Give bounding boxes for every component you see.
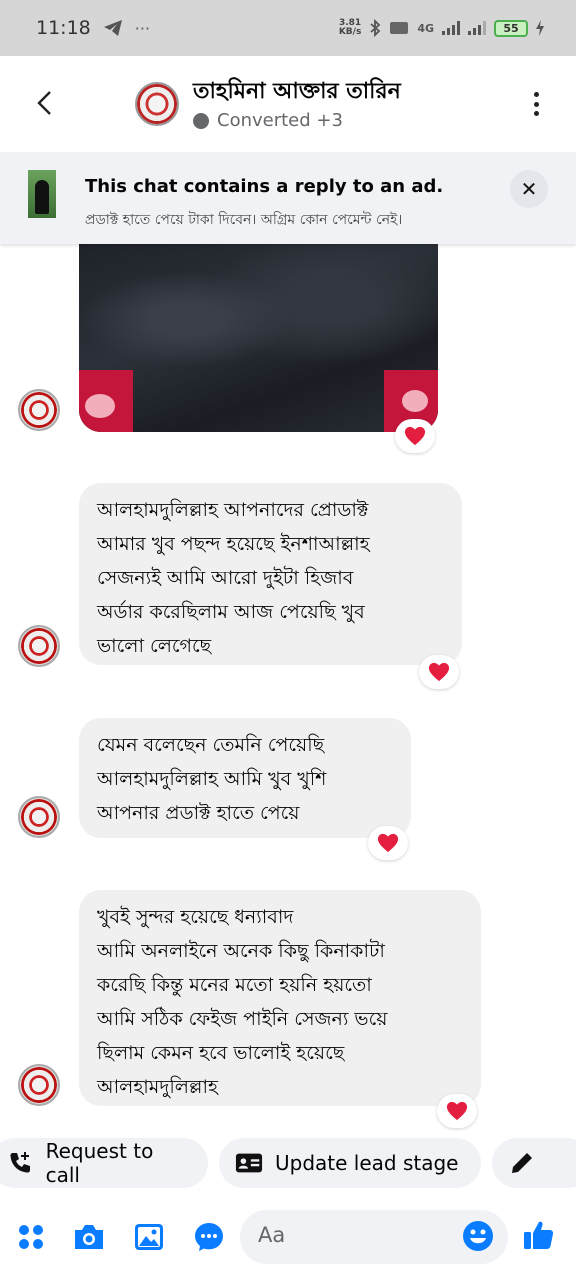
- message-bubble[interactable]: আলহামদুলিল্লাহ আপনাদের প্রোডাক্ট আমার খু…: [79, 483, 462, 665]
- update-lead-stage-label: Update lead stage: [275, 1151, 459, 1175]
- thumbs-up-icon[interactable]: [522, 1218, 556, 1252]
- battery-icon: 55: [494, 19, 528, 37]
- more-options-icon[interactable]: [532, 92, 540, 116]
- heart-reaction[interactable]: [419, 655, 459, 689]
- ad-banner-text: প্রডাক্ট হাতে পেয়ে টাকা দিবেন। অগ্রিম ক…: [85, 212, 403, 228]
- ad-banner-title: This chat contains a reply to an ad.: [85, 176, 444, 197]
- gallery-icon[interactable]: [132, 1220, 166, 1254]
- heart-reaction[interactable]: [437, 1094, 477, 1128]
- status-time: 11:18: [36, 17, 91, 39]
- status-dot-icon: [193, 112, 209, 129]
- message-image[interactable]: [79, 244, 438, 432]
- heart-icon: [404, 426, 426, 446]
- close-icon: ✕: [520, 177, 538, 201]
- heart-reaction[interactable]: [395, 419, 435, 453]
- signal-icon: [442, 21, 460, 35]
- bluetooth-icon: [370, 19, 381, 37]
- phone-add-icon: [6, 1149, 34, 1177]
- fabric-photo: [79, 370, 438, 432]
- camera-icon[interactable]: [72, 1220, 106, 1254]
- heart-reaction[interactable]: [368, 826, 408, 860]
- edit-button[interactable]: [492, 1138, 576, 1188]
- heart-icon: [428, 662, 450, 682]
- message-bubble[interactable]: যেমন বলেছেন তেমনি পেয়েছি আলহামদুলিল্লাহ…: [79, 718, 411, 838]
- request-call-label: Request to call: [45, 1139, 154, 1187]
- close-banner-button[interactable]: ✕: [510, 170, 548, 208]
- emoji-icon[interactable]: [462, 1220, 494, 1252]
- volte-icon: [390, 22, 409, 34]
- chat-header: তাহমিনা আক্তার তারিন Converted +3: [0, 56, 576, 152]
- contact-name[interactable]: তাহমিনা আক্তার তারিন: [193, 74, 401, 111]
- signal-icon-2: [468, 21, 486, 35]
- back-arrow-icon[interactable]: [32, 88, 58, 118]
- pencil-icon: [508, 1149, 536, 1177]
- ad-reply-banner[interactable]: This chat contains a reply to an ad. প্র…: [0, 152, 576, 244]
- sender-avatar[interactable]: [18, 1064, 60, 1106]
- message-bubble[interactable]: খুবই সুন্দর হয়েছে ধন্যাবাদ আমি অনলাইনে …: [79, 890, 481, 1106]
- message-input-placeholder: Aa: [258, 1223, 286, 1247]
- contact-subtitle: Converted +3: [217, 110, 343, 131]
- sender-avatar[interactable]: [18, 389, 60, 431]
- telegram-icon: [103, 20, 122, 36]
- more-notifications-icon: ···: [134, 18, 151, 38]
- heart-icon: [377, 833, 399, 853]
- status-bar: 11:18 ··· 3.81 KB/s 4G 55: [0, 0, 576, 56]
- network-type: 4G: [417, 21, 434, 35]
- contact-status: Converted +3: [193, 110, 343, 131]
- message-input[interactable]: Aa: [240, 1210, 508, 1264]
- network-speed: 3.81 KB/s: [338, 18, 362, 37]
- sender-avatar[interactable]: [18, 625, 60, 667]
- chat-bubble-icon[interactable]: [192, 1220, 226, 1254]
- ad-thumbnail: [28, 170, 56, 218]
- id-card-icon: [235, 1149, 263, 1177]
- update-lead-stage-button[interactable]: Update lead stage: [219, 1138, 481, 1188]
- request-call-button[interactable]: Request to call: [0, 1138, 208, 1188]
- contact-avatar[interactable]: [135, 82, 179, 126]
- charging-icon: [536, 20, 544, 36]
- message-composer: Aa: [0, 1196, 576, 1280]
- battery-level: 55: [503, 21, 519, 35]
- heart-icon: [446, 1101, 468, 1121]
- sender-avatar[interactable]: [18, 796, 60, 838]
- menu-grid-icon[interactable]: [14, 1220, 48, 1254]
